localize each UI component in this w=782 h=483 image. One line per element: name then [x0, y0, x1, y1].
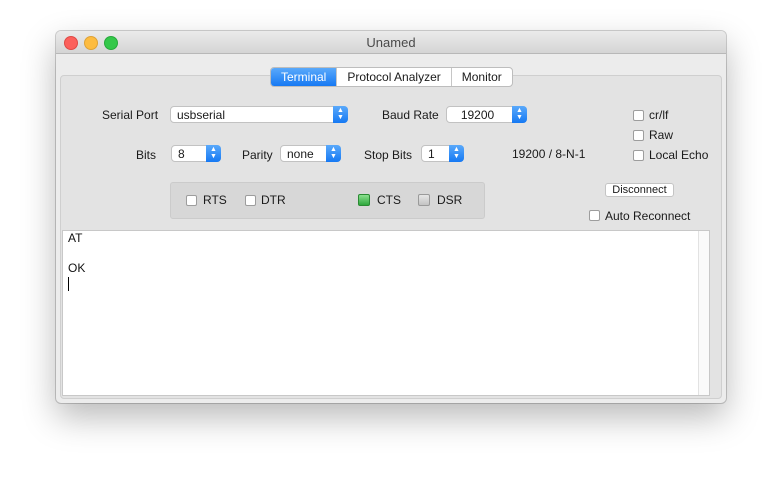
chevron-up-down-icon: ▲ ▼	[512, 106, 527, 123]
stop-bits-value: 1	[428, 147, 435, 161]
chevron-up-down-icon: ▲ ▼	[449, 145, 464, 162]
title-bar[interactable]: Unamed	[56, 31, 726, 54]
tab-protocol-analyzer[interactable]: Protocol Analyzer	[336, 68, 450, 86]
terminal-output[interactable]: AT OK	[62, 230, 710, 396]
auto-reconnect-label: Auto Reconnect	[605, 209, 691, 223]
cts-indicator-led	[358, 194, 370, 206]
terminal-line: OK	[68, 261, 86, 275]
crlf-checkbox[interactable]	[633, 110, 644, 121]
chevron-up-down-icon: ▲ ▼	[333, 106, 348, 123]
bits-value: 8	[178, 147, 185, 161]
dtr-label: DTR	[261, 193, 286, 207]
window-title: Unamed	[366, 35, 416, 50]
rts-checkbox[interactable]	[186, 195, 197, 206]
stop-bits-label: Stop Bits	[364, 148, 413, 162]
crlf-label: cr/lf	[649, 108, 669, 122]
tab-bar: Terminal Protocol Analyzer Monitor	[270, 67, 513, 87]
dsr-indicator-led	[418, 194, 430, 206]
port-summary: 19200 / 8-N-1	[512, 147, 586, 161]
app-window: Unamed Terminal Protocol Analyzer Monito…	[56, 31, 726, 403]
parity-value: none	[287, 147, 314, 161]
dtr-checkbox[interactable]	[245, 195, 256, 206]
parity-label: Parity	[242, 148, 273, 162]
serial-port-label: Serial Port	[102, 108, 159, 122]
local-echo-checkbox[interactable]	[633, 150, 644, 161]
disconnect-button[interactable]: Disconnect	[605, 183, 674, 197]
serial-port-select[interactable]: usbserial ▲ ▼	[170, 106, 348, 123]
chevron-up-down-icon: ▲ ▼	[206, 145, 221, 162]
terminal-line: AT	[68, 231, 83, 245]
auto-reconnect-checkbox[interactable]	[589, 210, 600, 221]
tab-terminal[interactable]: Terminal	[271, 68, 337, 86]
dsr-label: DSR	[437, 193, 463, 207]
serial-port-value: usbserial	[177, 108, 226, 122]
baud-rate-value: 19200	[460, 108, 495, 122]
raw-label: Raw	[649, 128, 674, 142]
chevron-up-down-icon: ▲ ▼	[326, 145, 341, 162]
text-cursor	[68, 277, 69, 291]
vertical-scrollbar[interactable]	[698, 231, 709, 395]
baud-rate-select[interactable]: 19200 ▲ ▼	[446, 106, 527, 123]
bits-select[interactable]: 8 ▲ ▼	[171, 145, 221, 162]
rts-label: RTS	[203, 193, 227, 207]
cts-label: CTS	[377, 193, 401, 207]
baud-rate-label: Baud Rate	[382, 108, 439, 122]
tab-monitor[interactable]: Monitor	[450, 68, 512, 86]
raw-checkbox[interactable]	[633, 130, 644, 141]
stop-bits-select[interactable]: 1 ▲ ▼	[421, 145, 464, 162]
local-echo-label: Local Echo	[649, 148, 709, 162]
bits-label: Bits	[136, 148, 157, 162]
parity-select[interactable]: none ▲ ▼	[280, 145, 341, 162]
